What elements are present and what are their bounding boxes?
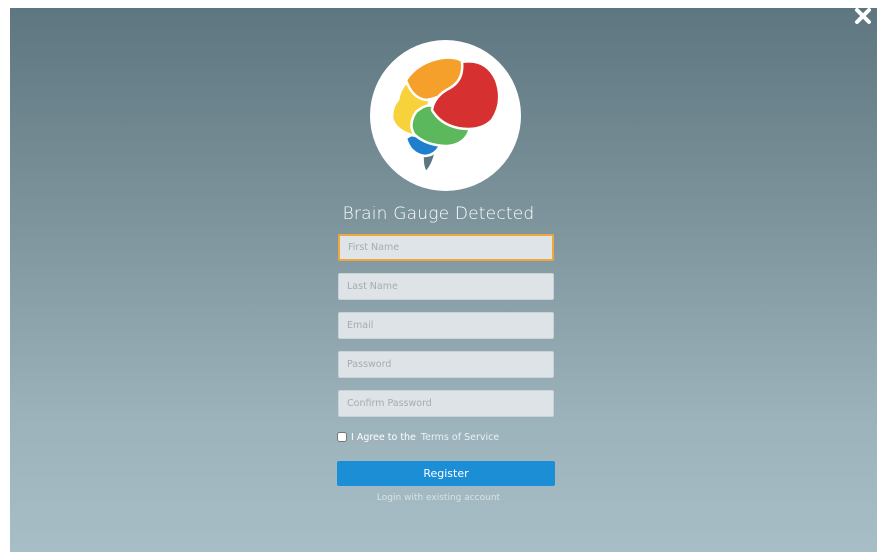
login-existing-account-link[interactable]: Login with existing account <box>0 493 877 503</box>
confirm-password-input[interactable] <box>338 390 554 417</box>
password-input[interactable] <box>338 351 554 378</box>
register-button[interactable]: Register <box>337 461 555 486</box>
close-icon[interactable] <box>853 6 873 26</box>
logo-badge <box>370 40 521 191</box>
agree-label: I Agree to the <box>351 431 416 443</box>
brain-logo-icon <box>390 56 501 174</box>
email-input[interactable] <box>338 312 554 339</box>
agree-checkbox[interactable] <box>337 432 347 442</box>
terms-of-service-link[interactable]: Terms of Service <box>421 432 499 443</box>
terms-agreement-row: I Agree to the Terms of Service <box>337 430 499 444</box>
first-name-input[interactable] <box>338 234 554 261</box>
last-name-input[interactable] <box>338 273 554 300</box>
dialog-title: Brain Gauge Detected <box>342 204 535 224</box>
